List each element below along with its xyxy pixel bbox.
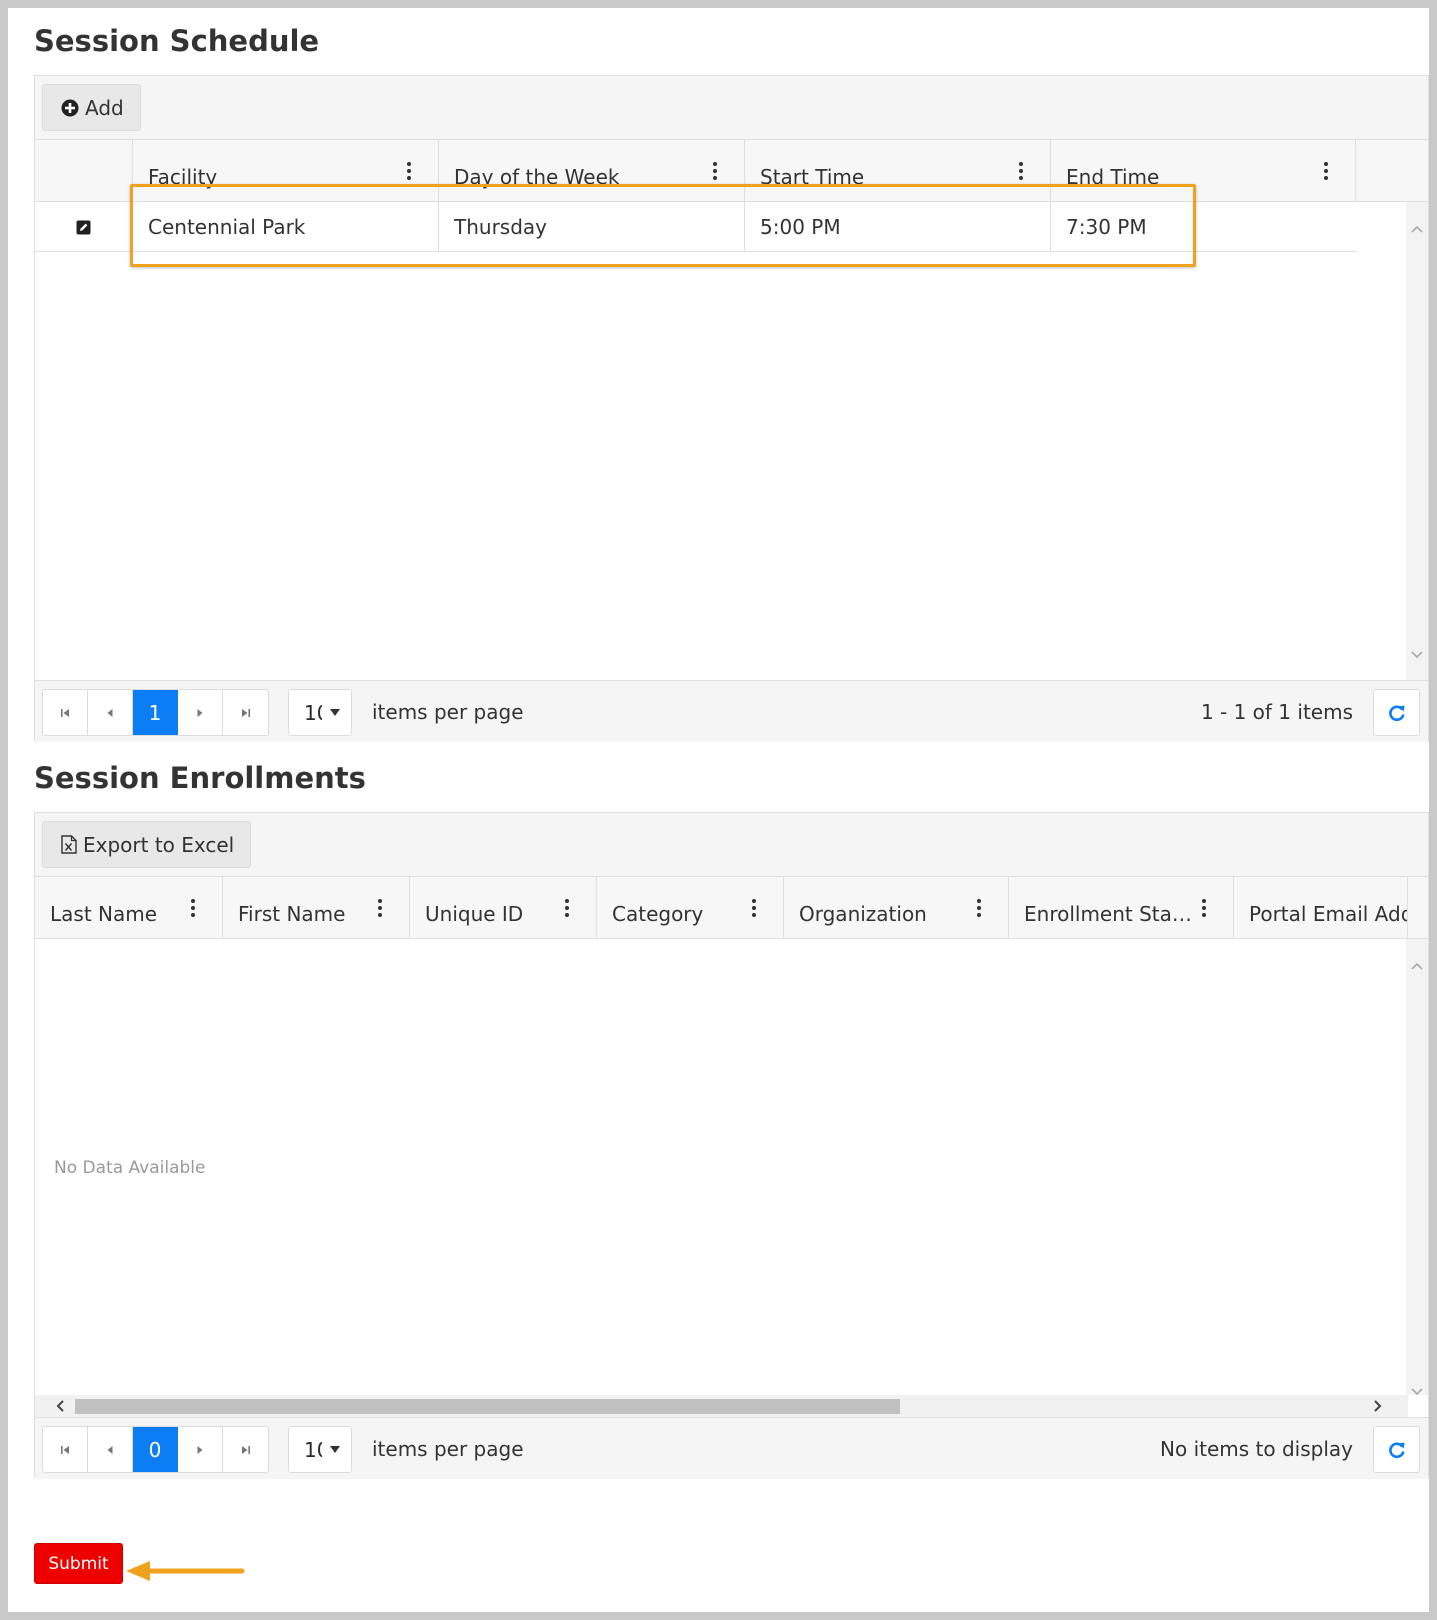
refresh-button[interactable]	[1373, 1426, 1420, 1473]
submit-button[interactable]: Submit	[34, 1543, 123, 1584]
pagination-controls: 1	[42, 689, 269, 736]
next-page-button[interactable]	[178, 690, 223, 735]
horizontal-scroll-thumb[interactable]	[75, 1399, 900, 1414]
cell-day: Thursday	[438, 202, 744, 252]
kebab-menu-icon[interactable]	[1193, 899, 1215, 917]
schedule-body: Centennial Park Thursday 5:00 PM 7:30 PM	[35, 202, 1428, 680]
first-page-button[interactable]	[43, 1427, 88, 1472]
enrollments-toolbar: Export to Excel	[35, 813, 1428, 877]
last-page-button[interactable]	[223, 690, 268, 735]
kebab-menu-icon[interactable]	[398, 162, 420, 180]
last-page-icon	[241, 708, 250, 717]
scroll-down-icon[interactable]	[1411, 648, 1423, 660]
excel-file-icon	[61, 835, 77, 854]
kebab-menu-icon[interactable]	[182, 899, 204, 917]
schedule-pager: 1 10 items per page 1 - 1 of 1 items	[35, 680, 1428, 742]
horizontal-scrollbar[interactable]	[35, 1395, 1408, 1417]
column-header-facility[interactable]: Facility	[132, 140, 438, 201]
plus-circle-icon	[61, 99, 79, 116]
previous-page-icon	[107, 708, 113, 717]
pagination-controls: 0	[42, 1426, 269, 1473]
arrow-annotation-icon	[126, 1561, 245, 1581]
kebab-menu-icon[interactable]	[369, 899, 391, 917]
session-schedule-grid: Add Facility Day of the Week Start Time …	[34, 75, 1429, 742]
previous-page-icon	[107, 1445, 113, 1454]
next-page-icon	[197, 1445, 203, 1454]
page-size-dropdown[interactable]: 10	[288, 689, 352, 736]
enrollments-body: No Data Available	[35, 939, 1428, 1417]
first-page-icon	[61, 708, 69, 717]
column-header-start-time[interactable]: Start Time	[744, 140, 1050, 201]
chevron-down-icon	[330, 709, 340, 716]
page-frame: Session Schedule Add Facility Day of the…	[8, 8, 1429, 1612]
session-enrollments-title: Session Enrollments	[34, 761, 366, 795]
column-header-category[interactable]: Category	[596, 877, 783, 938]
add-button[interactable]: Add	[42, 84, 141, 131]
items-per-page-label: items per page	[372, 1437, 524, 1461]
column-header-organization[interactable]: Organization	[783, 877, 1008, 938]
pager-info: No items to display	[1160, 1437, 1353, 1461]
cell-start-time: 5:00 PM	[744, 202, 1050, 252]
chevron-down-icon	[330, 1446, 340, 1453]
scroll-up-icon[interactable]	[1411, 961, 1423, 973]
column-header-portal-email[interactable]: Portal Email Address	[1233, 877, 1408, 938]
pager-info: 1 - 1 of 1 items	[1200, 700, 1353, 724]
kebab-menu-icon[interactable]	[1010, 162, 1032, 180]
session-schedule-title: Session Schedule	[34, 24, 320, 58]
kebab-menu-icon[interactable]	[556, 899, 578, 917]
kebab-menu-icon[interactable]	[704, 162, 726, 180]
last-page-button[interactable]	[223, 1427, 268, 1472]
scroll-down-icon[interactable]	[1411, 1385, 1423, 1397]
scroll-left-icon[interactable]	[55, 1400, 67, 1412]
scroll-right-icon[interactable]	[1371, 1400, 1383, 1412]
table-row[interactable]: Centennial Park Thursday 5:00 PM 7:30 PM	[35, 202, 1356, 252]
edit-icon[interactable]	[76, 220, 91, 235]
vertical-scrollbar[interactable]	[1406, 939, 1428, 1397]
current-page-button[interactable]: 1	[133, 690, 178, 735]
enrollments-pager: 0 10 items per page No items to display	[35, 1417, 1428, 1479]
column-header-end-time[interactable]: End Time	[1050, 140, 1356, 201]
export-button-label: Export to Excel	[83, 832, 235, 857]
column-header-first-name[interactable]: First Name	[222, 877, 409, 938]
kebab-menu-icon[interactable]	[1315, 162, 1337, 180]
enrollments-header-row: Last Name First Name Unique ID Category …	[35, 877, 1428, 939]
items-per-page-label: items per page	[372, 700, 524, 724]
last-page-icon	[241, 1445, 250, 1454]
edit-cell[interactable]	[35, 202, 132, 252]
export-to-excel-button[interactable]: Export to Excel	[42, 821, 252, 868]
refresh-button[interactable]	[1373, 689, 1420, 736]
refresh-icon	[1388, 1441, 1405, 1458]
kebab-menu-icon[interactable]	[743, 899, 765, 917]
previous-page-button[interactable]	[88, 1427, 133, 1472]
next-page-icon	[197, 708, 203, 717]
scroll-up-icon[interactable]	[1411, 224, 1423, 236]
vertical-scrollbar[interactable]	[1406, 202, 1428, 680]
cell-facility: Centennial Park	[132, 202, 438, 252]
no-data-message: No Data Available	[54, 1158, 206, 1178]
previous-page-button[interactable]	[88, 690, 133, 735]
column-header-day[interactable]: Day of the Week	[438, 140, 744, 201]
page-size-dropdown[interactable]: 10	[288, 1426, 352, 1473]
cell-end-time: 7:30 PM	[1050, 202, 1356, 252]
column-header-last-name[interactable]: Last Name	[35, 877, 222, 938]
current-page-button[interactable]: 0	[133, 1427, 178, 1472]
schedule-toolbar: Add	[35, 76, 1428, 140]
refresh-icon	[1388, 704, 1405, 721]
kebab-menu-icon[interactable]	[968, 899, 990, 917]
column-header-unique-id[interactable]: Unique ID	[409, 877, 596, 938]
column-header-enrollment-status[interactable]: Enrollment Status	[1008, 877, 1233, 938]
first-page-button[interactable]	[43, 690, 88, 735]
session-enrollments-grid: Export to Excel Last Name First Name Uni…	[34, 812, 1429, 1479]
schedule-header-row: Facility Day of the Week Start Time End …	[35, 140, 1428, 202]
add-button-label: Add	[85, 95, 124, 120]
first-page-icon	[61, 1445, 69, 1454]
next-page-button[interactable]	[178, 1427, 223, 1472]
